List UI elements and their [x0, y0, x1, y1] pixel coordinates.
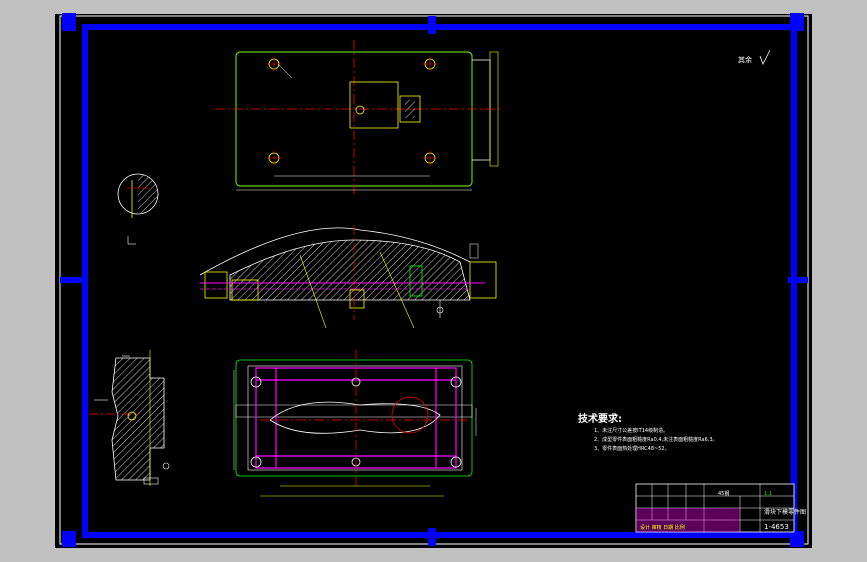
requirement-2: 2、成型零件表面粗糙度Ra0.4,未注表面粗糙度Ra6.3。	[594, 436, 718, 443]
requirement-1: 1、未注尺寸公差按IT14级制造。	[594, 427, 668, 434]
cad-viewport: 其余 技术要求: 1、未注尺寸公差按IT14级制造。 2、成型零件表面粗糙度Ra…	[0, 0, 867, 562]
drawing-code: 1-4653	[764, 523, 789, 531]
roughness-label: 其余	[738, 55, 752, 64]
scale: 1:1	[764, 491, 772, 497]
title-block-footer: 设计 审核 日期 比例	[640, 524, 685, 531]
material: 45钢	[718, 490, 729, 497]
requirement-3: 3、零件表面热处理HRC48~52。	[594, 445, 670, 452]
part-name: 滑块下模零件图	[764, 508, 806, 516]
requirements-heading: 技术要求:	[578, 412, 622, 425]
title-block: 滑块下模零件图 1-4653 45钢 1:1 设计 审核 日期 比例	[635, 483, 806, 533]
engineering-drawing: 其余 技术要求: 1、未注尺寸公差按IT14级制造。 2、成型零件表面粗糙度Ra…	[55, 13, 812, 548]
